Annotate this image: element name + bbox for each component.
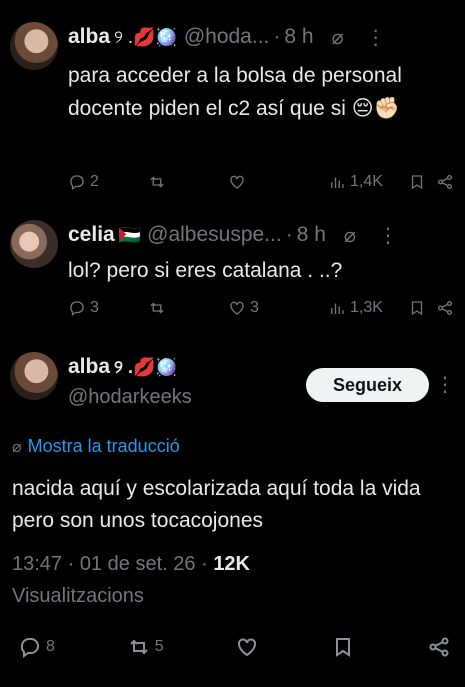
tweet-header: alba ୨ .💋🪩 @hoda... · 8 h ⌀ ⋮ (68, 22, 455, 52)
user-handle[interactable]: @hodarkeeks (68, 386, 192, 409)
separator: · (201, 553, 208, 575)
reply-count: 8 (46, 638, 55, 655)
user-handle[interactable]: @hoda... (184, 25, 270, 49)
timestamp[interactable]: 8 h (284, 25, 313, 49)
tweet-header: celia 🇵🇸 @albesuspe... · 8 h ⌀ ⋮ (68, 220, 455, 250)
bookmark-icon (411, 175, 423, 190)
display-name[interactable]: alba (68, 25, 110, 49)
reply-icon (70, 175, 84, 191)
repost-icon (129, 639, 148, 655)
views-label: Visualitzacions (12, 585, 144, 607)
action-bar: 3 3 1,3K (68, 296, 457, 320)
views-icon (331, 177, 344, 188)
bookmark-button[interactable] (331, 635, 355, 659)
more-options-icon[interactable]: ⋮ (435, 372, 455, 397)
tweet-date[interactable]: 01 de set. 26 (80, 553, 196, 575)
reply-count: 2 (90, 173, 99, 190)
tweet-time[interactable]: 13:47 (12, 553, 62, 575)
follow-button[interactable]: Segueix (306, 368, 429, 402)
like-button[interactable] (235, 635, 259, 659)
name-emojis: 🇵🇸 (118, 224, 142, 245)
reply-button[interactable]: 8 (18, 635, 55, 659)
avatar[interactable] (10, 22, 58, 70)
translate-label: Mostra la traducció (27, 436, 180, 456)
display-name[interactable]: alba (68, 355, 110, 379)
main-action-bar: 8 5 (18, 632, 451, 662)
bookmark-icon (411, 301, 423, 316)
action-bar: 2 1,4K (68, 170, 457, 194)
share-icon (429, 637, 449, 657)
views-count: 1,3K (350, 299, 383, 316)
user-handle[interactable]: @albesuspe... (147, 223, 282, 247)
repost-icon (150, 302, 164, 314)
heart-icon (238, 638, 257, 657)
translate-link[interactable]: ⌀ Mostra la traducció (12, 436, 180, 457)
repost-button[interactable] (148, 299, 228, 317)
heart-icon (230, 301, 244, 315)
reply-button[interactable]: 3 (68, 299, 148, 317)
separator: · (273, 25, 281, 48)
views-button[interactable]: 1,4K (328, 173, 408, 191)
tweet-meta: 13:47 · 01 de set. 26 · 12K Visualitzaci… (12, 548, 452, 612)
separator: · (67, 553, 75, 575)
share-button[interactable] (436, 299, 454, 317)
like-button[interactable] (228, 173, 328, 191)
views-button[interactable]: 1,3K (328, 299, 408, 317)
reply-icon (20, 638, 39, 658)
reply-tweet-1[interactable]: alba ୨ .💋🪩 @hoda... · 8 h ⌀ ⋮ para acced… (0, 22, 465, 202)
share-icon (437, 174, 453, 190)
repost-count: 5 (154, 638, 164, 655)
tweet-text: para acceder a la bolsa de personal doce… (68, 64, 402, 120)
name-emojis: ୨ .💋🪩 (114, 26, 178, 47)
share-button[interactable] (436, 173, 454, 191)
like-count: 3 (250, 299, 259, 316)
share-button[interactable] (427, 635, 451, 659)
bookmark-button[interactable] (408, 173, 436, 191)
grok-icon[interactable]: ⌀ (344, 223, 356, 248)
tweet-text: lol? pero si eres catalana . ..? (68, 259, 343, 282)
bookmark-button[interactable] (408, 299, 436, 317)
avatar[interactable] (10, 352, 58, 400)
tweet-header: alba ୨ .💋🪩 @hodarkeeks (68, 352, 192, 409)
share-icon (437, 300, 453, 316)
reply-tweet-2[interactable]: celia 🇵🇸 @albesuspe... · 8 h ⌀ ⋮ lol? pe… (0, 220, 465, 330)
repost-button[interactable]: 5 (127, 635, 164, 659)
timestamp[interactable]: 8 h (297, 223, 326, 247)
repost-button[interactable] (148, 173, 228, 191)
separator: · (285, 223, 293, 246)
heart-icon (230, 175, 244, 189)
name-emojis: ୨ .💋🪩 (114, 356, 178, 377)
translate-icon: ⌀ (12, 438, 22, 456)
avatar[interactable] (10, 220, 58, 268)
reply-icon (70, 301, 84, 317)
display-name[interactable]: celia (68, 223, 115, 247)
reply-button[interactable]: 2 (68, 173, 148, 191)
views-count: 1,4K (350, 173, 383, 190)
tweet-text: nacida aquí y escolarizada aquí toda la … (12, 477, 421, 532)
more-options-icon[interactable]: ⋮ (366, 25, 386, 50)
more-options-icon[interactable]: ⋮ (378, 223, 398, 248)
grok-icon[interactable]: ⌀ (332, 25, 344, 50)
views-icon (331, 303, 344, 314)
repost-icon (150, 176, 164, 188)
bookmark-icon (336, 638, 351, 657)
reply-count: 3 (90, 299, 99, 316)
like-button[interactable]: 3 (228, 299, 328, 317)
views-count: 12K (213, 553, 251, 575)
